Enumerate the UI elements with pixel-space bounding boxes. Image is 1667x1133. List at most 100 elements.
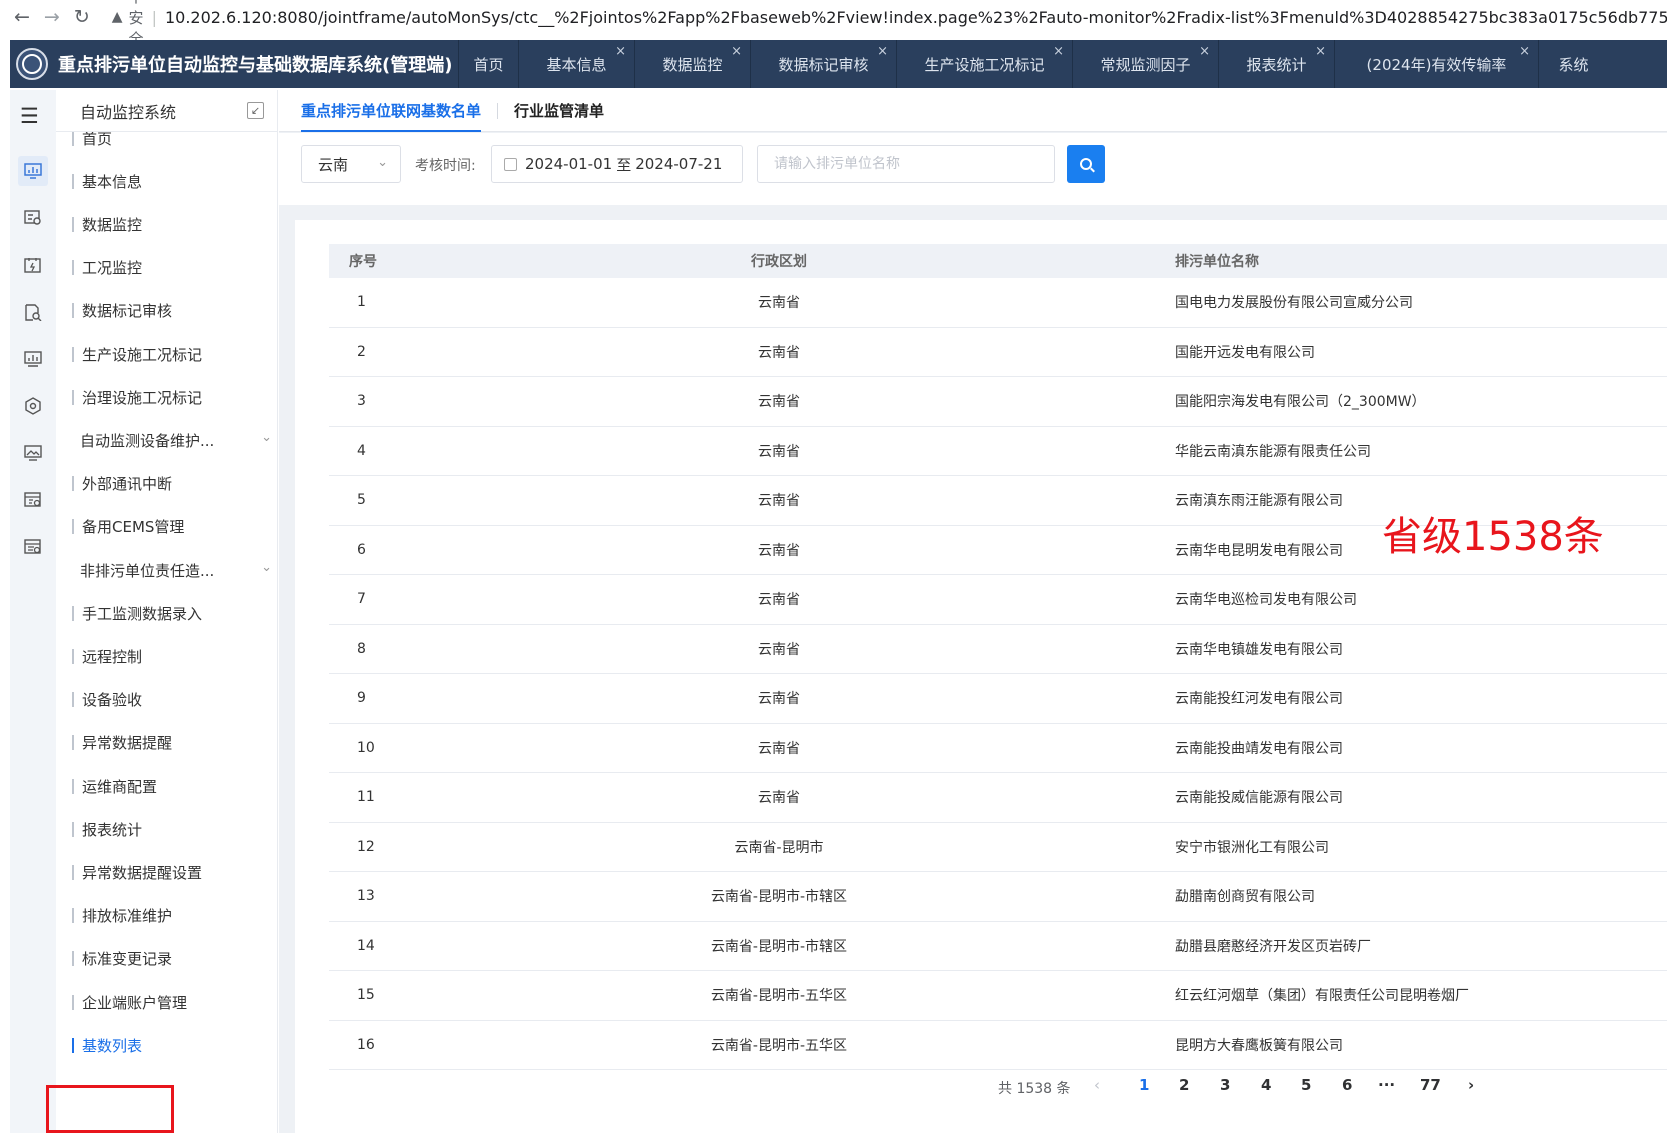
- close-icon[interactable]: ×: [1315, 44, 1326, 59]
- gear-shield-icon[interactable]: [18, 391, 48, 421]
- reload-icon[interactable]: ↻: [74, 6, 90, 28]
- page-last[interactable]: 77: [1420, 1076, 1441, 1094]
- table-row[interactable]: 3 云南省 国能阳宗海发电有限公司（2_300MW）: [329, 377, 1667, 427]
- report-settings-icon[interactable]: [18, 485, 48, 515]
- monitor-chart-icon[interactable]: [18, 156, 48, 186]
- document-search-icon[interactable]: [18, 297, 48, 327]
- cell-unit-name: 红云红河烟草（集团）有限责任公司昆明卷烟厂: [1175, 988, 1469, 1005]
- back-icon[interactable]: ←: [14, 6, 30, 28]
- bar-chart-screen-icon[interactable]: [18, 344, 48, 374]
- unit-name-input[interactable]: [757, 145, 1055, 183]
- sidebar-item[interactable]: 治理设施工况标记: [72, 385, 272, 409]
- sidebar-item[interactable]: 非排污单位责任造... ⌄: [72, 558, 272, 582]
- sidebar-item[interactable]: 异常数据提醒: [72, 731, 272, 755]
- cell-region: 云南省: [758, 443, 800, 460]
- top-tab[interactable]: 数据监控 ×: [634, 40, 750, 88]
- table-row[interactable]: 11 云南省 云南能投威信能源有限公司: [329, 773, 1667, 823]
- page-6[interactable]: 6: [1342, 1076, 1352, 1094]
- cell-index: 3: [357, 393, 366, 410]
- settings-panel-icon[interactable]: [18, 203, 48, 233]
- sidebar-item[interactable]: 远程控制: [72, 644, 272, 668]
- sidebar-item[interactable]: 手工监测数据录入: [72, 601, 272, 625]
- page-5[interactable]: 5: [1301, 1076, 1311, 1094]
- date-end: 2024-07-21: [635, 155, 723, 173]
- chevron-down-icon[interactable]: ⌄: [261, 430, 272, 445]
- calendar-power-icon[interactable]: [18, 250, 48, 280]
- table-row[interactable]: 7 云南省 云南华电巡检司发电有限公司: [329, 575, 1667, 625]
- table-row[interactable]: 1 云南省 国电电力发展股份有限公司宣威分公司: [329, 278, 1667, 328]
- menu-item-marker: [72, 908, 74, 924]
- top-tab[interactable]: (2024年)有效传输率 ×: [1334, 40, 1538, 88]
- cell-region: 云南省: [758, 691, 800, 708]
- sidebar-item[interactable]: 生产设施工况标记: [72, 342, 272, 366]
- top-tab[interactable]: 生产设施工况标记 ×: [896, 40, 1072, 88]
- table-row[interactable]: 8 云南省 云南华电镇雄发电有限公司: [329, 625, 1667, 674]
- sidebar-item[interactable]: 工况监控: [72, 256, 272, 280]
- sidebar-item[interactable]: 基数列表: [72, 1033, 272, 1057]
- sidebar-item[interactable]: 首页: [72, 132, 272, 150]
- top-tab[interactable]: 报表统计 ×: [1218, 40, 1334, 88]
- close-icon[interactable]: ×: [731, 44, 742, 59]
- forward-icon[interactable]: →: [44, 6, 60, 28]
- date-range-picker[interactable]: 2024-01-01 至 2024-07-21: [491, 145, 743, 183]
- table-row[interactable]: 10 云南省 云南能投曲靖发电有限公司: [329, 724, 1667, 773]
- sidebar-item[interactable]: 数据监控: [72, 212, 272, 236]
- image-screen-icon[interactable]: [18, 438, 48, 468]
- more-pages-icon[interactable]: ···: [1378, 1076, 1395, 1094]
- table-row[interactable]: 9 云南省 云南能投红河发电有限公司: [329, 674, 1667, 724]
- page-4[interactable]: 4: [1261, 1076, 1271, 1094]
- next-page-icon[interactable]: ›: [1468, 1076, 1474, 1094]
- menu-item-marker: [72, 605, 74, 621]
- data-list-settings-icon[interactable]: [18, 532, 48, 562]
- region-select[interactable]: 云南 ⌄: [301, 145, 401, 183]
- sidebar-item[interactable]: 企业端账户管理: [72, 990, 272, 1014]
- table-row[interactable]: 14 云南省-昆明市-市辖区 勐腊县磨憨经济开发区页岩砖厂: [329, 922, 1667, 971]
- close-icon[interactable]: ×: [615, 44, 626, 59]
- table-row[interactable]: 12 云南省-昆明市 安宁市银洲化工有限公司: [329, 823, 1667, 872]
- sub-tab[interactable]: 重点排污单位联网基数名单: [301, 90, 482, 132]
- sidebar-item[interactable]: 标准变更记录: [72, 947, 272, 971]
- sidebar-item-label: 基本信息: [82, 172, 143, 191]
- sidebar-item[interactable]: 基本信息: [72, 169, 272, 193]
- close-icon[interactable]: ×: [1519, 44, 1530, 59]
- top-tab[interactable]: 首页: [458, 40, 518, 88]
- page-3[interactable]: 3: [1220, 1076, 1230, 1094]
- chevron-down-icon[interactable]: ⌄: [261, 560, 272, 575]
- cell-index: 14: [357, 937, 375, 954]
- sidebar-item[interactable]: 排放标准维护: [72, 904, 272, 928]
- table-row[interactable]: 16 云南省-昆明市-五华区 昆明方大春鹰板簧有限公司: [329, 1021, 1667, 1070]
- sidebar-item[interactable]: 自动监测设备维护... ⌄: [72, 428, 272, 452]
- sidebar-item[interactable]: 数据标记审核: [72, 299, 272, 323]
- table-row[interactable]: 2 云南省 国能开远发电有限公司: [329, 328, 1667, 377]
- page-2[interactable]: 2: [1179, 1076, 1189, 1094]
- close-icon[interactable]: ×: [1053, 44, 1064, 59]
- collapse-menu-icon[interactable]: ↙: [247, 102, 264, 119]
- table-row[interactable]: 13 云南省-昆明市-市辖区 勐腊南创商贸有限公司: [329, 872, 1667, 922]
- top-tab[interactable]: 常规监测因子 ×: [1072, 40, 1218, 88]
- sidebar-item[interactable]: 报表统计: [72, 817, 272, 841]
- top-tab[interactable]: 系统: [1538, 40, 1608, 88]
- table-row[interactable]: 15 云南省-昆明市-五华区 红云红河烟草（集团）有限责任公司昆明卷烟厂: [329, 971, 1667, 1021]
- sidebar-item[interactable]: 备用CEMS管理: [72, 515, 272, 539]
- url-text[interactable]: 10.202.6.120:8080/jointframe/autoMonSys/…: [165, 8, 1667, 27]
- sidebar-item[interactable]: 外部通讯中断: [72, 472, 272, 496]
- close-icon[interactable]: ×: [1199, 44, 1210, 59]
- date-separator: 至: [616, 155, 632, 174]
- page-1[interactable]: 1: [1139, 1076, 1149, 1094]
- sidebar-item[interactable]: 设备验收: [72, 688, 272, 712]
- close-icon[interactable]: ×: [877, 44, 888, 59]
- menu-item-marker: [72, 778, 74, 794]
- top-tab-label: 基本信息: [546, 55, 607, 74]
- sidebar-item[interactable]: 异常数据提醒设置: [72, 860, 272, 884]
- table-row[interactable]: 4 云南省 华能云南滇东能源有限责任公司: [329, 427, 1667, 476]
- sidebar-item[interactable]: 运维商配置: [72, 774, 272, 798]
- sub-tab[interactable]: 行业监管清单: [514, 90, 604, 132]
- top-tab[interactable]: 数据标记审核 ×: [750, 40, 896, 88]
- prev-page-icon[interactable]: ‹: [1094, 1076, 1100, 1094]
- hamburger-icon[interactable]: ☰: [20, 104, 39, 128]
- cell-region: 云南省-昆明市-市辖区: [710, 889, 848, 906]
- cell-unit-name: 勐腊县磨憨经济开发区页岩砖厂: [1175, 938, 1371, 955]
- top-tab[interactable]: 基本信息 ×: [518, 40, 634, 88]
- search-button[interactable]: [1067, 145, 1105, 183]
- cell-region: 云南省: [758, 344, 800, 361]
